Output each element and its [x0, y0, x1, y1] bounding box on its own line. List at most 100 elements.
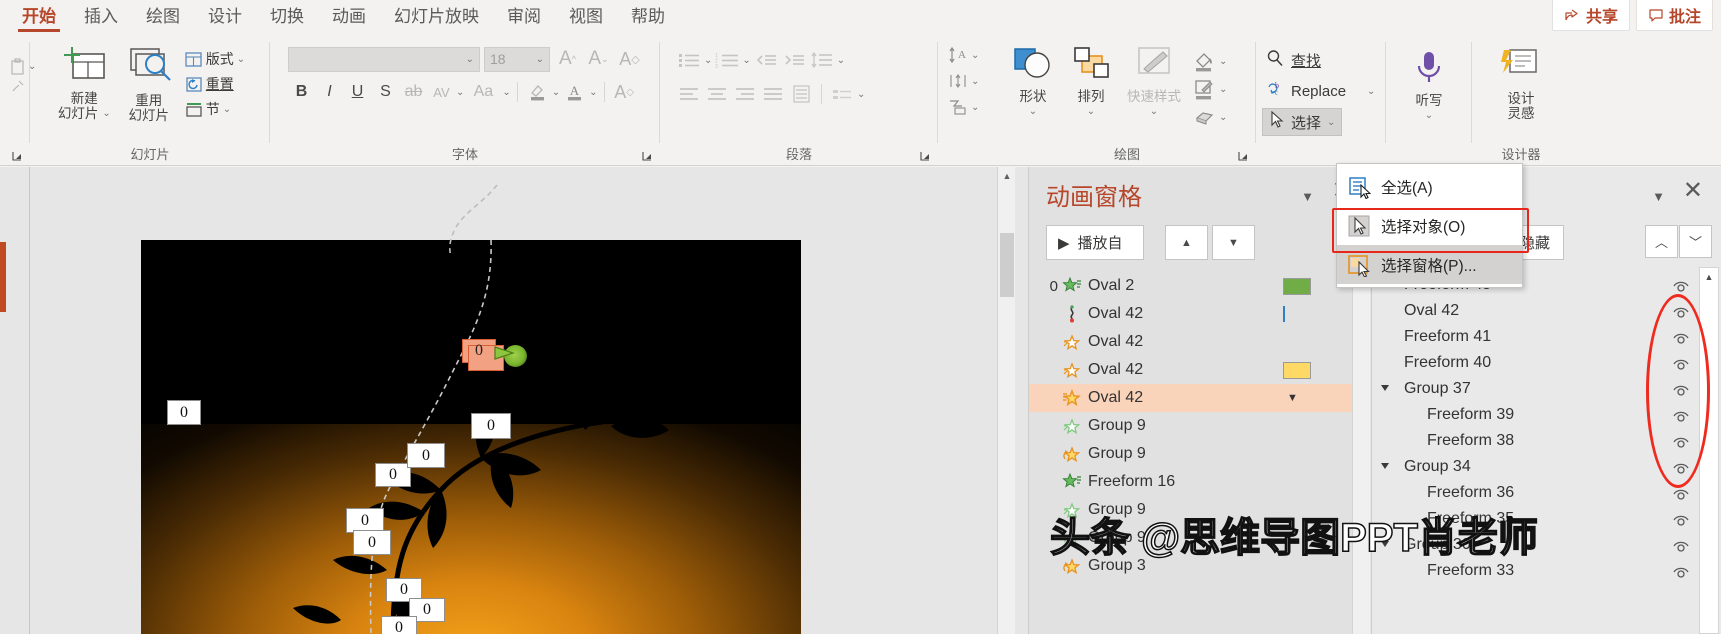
- visibility-toggle-icon[interactable]: [1671, 562, 1691, 580]
- animation-item-dropdown-icon[interactable]: ▼: [1287, 392, 1298, 404]
- visibility-toggle-icon[interactable]: [1671, 510, 1691, 528]
- animation-list-item[interactable]: Group 9: [1029, 524, 1352, 552]
- columns-button[interactable]: [788, 82, 814, 106]
- selection-list-item[interactable]: Freeform 36: [1372, 480, 1699, 506]
- line-spacing-button[interactable]: [809, 48, 835, 72]
- find-button[interactable]: 查找: [1262, 46, 1325, 74]
- paragraph-dialog-launcher[interactable]: [918, 149, 932, 163]
- move-later-button[interactable]: ▼: [1212, 225, 1255, 260]
- visibility-toggle-icon[interactable]: [1671, 432, 1691, 450]
- tab-review[interactable]: 审阅: [493, 0, 555, 34]
- strikethrough-button[interactable]: ab: [400, 79, 427, 105]
- font-color-button[interactable]: A: [561, 79, 588, 105]
- close-icon[interactable]: ✕: [1683, 179, 1703, 203]
- animation-list-item-selected[interactable]: Oval 42 ▼: [1029, 384, 1352, 412]
- align-left-button[interactable]: [676, 82, 702, 106]
- bullets-button[interactable]: [676, 48, 702, 72]
- visibility-toggle-icon[interactable]: [1671, 458, 1691, 476]
- selection-list-item[interactable]: Freeform 41: [1372, 324, 1699, 350]
- format-painter-button[interactable]: [6, 77, 29, 96]
- selection-pane-scrollbar[interactable]: ▲: [1699, 267, 1719, 634]
- numbering-button[interactable]: 123: [714, 48, 740, 72]
- tab-transitions[interactable]: 切换: [256, 0, 318, 34]
- dragged-shape-preview[interactable]: 0: [462, 339, 504, 371]
- font-size-combo[interactable]: 18 ⌄: [484, 46, 550, 72]
- share-button[interactable]: 共享: [1551, 0, 1630, 31]
- align-text-button[interactable]: ⌄: [944, 70, 983, 92]
- reuse-slides-button[interactable]: 重用 幻灯片: [118, 42, 180, 126]
- tab-draw[interactable]: 绘图: [132, 0, 194, 34]
- note-card[interactable]: 0: [167, 400, 201, 425]
- align-center-button[interactable]: [704, 82, 730, 106]
- move-forward-button[interactable]: ︿: [1645, 225, 1678, 258]
- increase-font-size-button[interactable]: A ^: [554, 46, 581, 72]
- menu-item-selection-pane[interactable]: 选择窗格(P)...: [1337, 245, 1522, 284]
- visibility-toggle-icon[interactable]: [1671, 302, 1691, 320]
- italic-button[interactable]: I: [316, 79, 343, 105]
- align-right-button[interactable]: [732, 82, 758, 106]
- font-dialog-launcher[interactable]: [640, 149, 654, 163]
- animation-list-item[interactable]: Group 3: [1029, 552, 1352, 580]
- selection-list-item-group[interactable]: Group 34: [1372, 454, 1699, 480]
- selection-list-item[interactable]: Oval 42: [1372, 298, 1699, 324]
- font-name-combo[interactable]: ⌄: [288, 46, 480, 72]
- note-card[interactable]: 0: [375, 463, 418, 494]
- visibility-toggle-icon[interactable]: [1671, 328, 1691, 346]
- note-card[interactable]: 0: [381, 616, 424, 634]
- animation-pane-scrollbar[interactable]: ▲: [1352, 272, 1370, 634]
- animation-list-item[interactable]: Oval 42: [1029, 300, 1352, 328]
- select-button[interactable]: 选择 ⌄: [1262, 108, 1343, 136]
- convert-smartart-button[interactable]: ⌄: [944, 96, 983, 118]
- underline-button[interactable]: U: [344, 79, 371, 105]
- design-ideas-button[interactable]: 设计 灵感: [1494, 44, 1548, 124]
- scroll-up-arrow-icon[interactable]: ▲: [1700, 268, 1718, 286]
- play-from-button[interactable]: ▶ 播放自: [1046, 225, 1144, 260]
- animation-list-item[interactable]: Group 9: [1029, 440, 1352, 468]
- arrange-button[interactable]: 排列 ⌄: [1062, 42, 1120, 122]
- note-card[interactable]: 0: [353, 530, 398, 562]
- clear-all-formatting-button[interactable]: A ◇: [611, 79, 638, 105]
- animation-timing-bar[interactable]: [1283, 306, 1287, 322]
- clipboard-dialog-launcher[interactable]: [10, 149, 24, 163]
- pane-options-chevron-icon[interactable]: ▼: [1301, 189, 1314, 204]
- dictate-button[interactable]: 听写 ⌄: [1405, 46, 1453, 126]
- selection-list-item[interactable]: Freeform 33: [1372, 558, 1699, 584]
- animation-list-item[interactable]: 0 Oval 2: [1029, 272, 1352, 300]
- visibility-toggle-icon[interactable]: [1671, 354, 1691, 372]
- text-direction-button[interactable]: A ⌄: [944, 44, 983, 66]
- justify-button[interactable]: [760, 82, 786, 106]
- tab-help[interactable]: 帮助: [617, 0, 679, 34]
- animation-list[interactable]: 0 Oval 2 Oval 42 Oval 42 Oval 42 Oval 42…: [1029, 272, 1352, 634]
- expand-collapse-icon[interactable]: [1381, 385, 1389, 391]
- decrease-indent-button[interactable]: [753, 48, 779, 72]
- text-highlight-color-button[interactable]: [524, 79, 551, 105]
- animation-list-item[interactable]: Freeform 16: [1029, 468, 1352, 496]
- shape-outline-button[interactable]: ⌄: [1188, 76, 1231, 102]
- shape-fill-button[interactable]: ⌄: [1188, 48, 1231, 74]
- shape-effects-button[interactable]: ⌄: [1188, 104, 1231, 130]
- visibility-toggle-icon[interactable]: [1671, 484, 1691, 502]
- tab-slideshow[interactable]: 幻灯片放映: [380, 0, 493, 34]
- slide-thumbnail-rail[interactable]: [0, 167, 30, 634]
- tab-view[interactable]: 视图: [555, 0, 617, 34]
- slide-thumbnail-selected[interactable]: [0, 242, 6, 312]
- visibility-toggle-icon[interactable]: [1671, 406, 1691, 424]
- smartart-button[interactable]: [829, 82, 855, 106]
- decrease-font-size-button[interactable]: A ⌄: [585, 46, 612, 72]
- move-backward-button[interactable]: ﹀: [1679, 225, 1712, 258]
- expand-collapse-icon[interactable]: [1381, 463, 1389, 469]
- tab-animations[interactable]: 动画: [318, 0, 380, 34]
- note-card[interactable]: 0: [407, 443, 452, 475]
- animation-timing-bar[interactable]: [1283, 277, 1311, 295]
- change-case-button[interactable]: Aa: [465, 79, 501, 105]
- menu-item-select-objects[interactable]: 选择对象(O): [1337, 206, 1522, 245]
- character-spacing-button[interactable]: AV: [428, 79, 455, 105]
- tab-design[interactable]: 设计: [194, 0, 256, 34]
- expand-collapse-icon[interactable]: [1381, 541, 1389, 547]
- replace-button[interactable]: bc Replace ⌄: [1262, 77, 1379, 105]
- visibility-toggle-icon[interactable]: [1671, 536, 1691, 554]
- scroll-up-arrow-icon[interactable]: ▲: [998, 167, 1016, 185]
- quick-styles-button[interactable]: 快速样式 ⌄: [1120, 42, 1188, 122]
- tab-insert[interactable]: 插入: [70, 0, 132, 34]
- clear-formatting-button[interactable]: A ◇: [616, 46, 643, 72]
